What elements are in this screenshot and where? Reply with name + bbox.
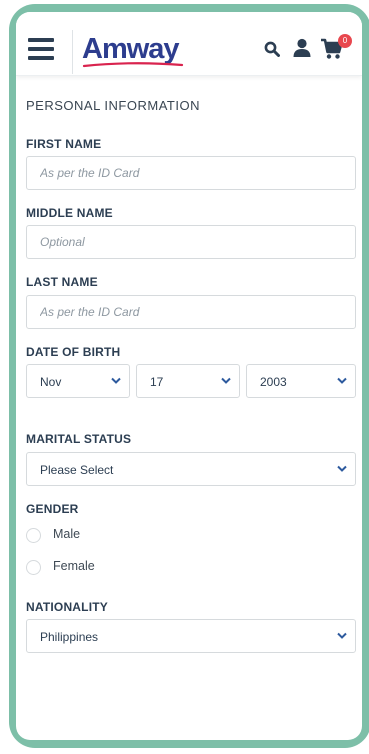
marital-status-select[interactable]: Please Select bbox=[26, 452, 356, 486]
nationality-value: Philippines bbox=[40, 630, 99, 644]
chevron-down-icon bbox=[337, 465, 347, 472]
logo-swoosh bbox=[82, 62, 184, 68]
marital-status-label: MARITAL STATUS bbox=[26, 432, 132, 446]
radio-button[interactable] bbox=[26, 560, 41, 575]
last-name-label: LAST NAME bbox=[26, 275, 98, 289]
first-name-field-box bbox=[26, 156, 356, 190]
search-icon[interactable] bbox=[264, 41, 280, 62]
dob-month-select[interactable]: Nov bbox=[26, 364, 130, 398]
section-title: PERSONAL INFORMATION bbox=[26, 98, 200, 113]
gender-option-female[interactable]: Female bbox=[26, 557, 146, 577]
middle-name-input[interactable] bbox=[27, 226, 355, 258]
app-screen: Amway 0 PERSONAL INFORMATION FIRST NAME … bbox=[16, 12, 362, 740]
gender-label: GENDER bbox=[26, 502, 79, 516]
first-name-input[interactable] bbox=[27, 157, 355, 189]
last-name-field-box bbox=[26, 295, 356, 329]
gender-option-label: Female bbox=[53, 559, 95, 573]
middle-name-field-box bbox=[26, 225, 356, 259]
dob-year-select[interactable]: 2003 bbox=[246, 364, 356, 398]
chevron-down-icon bbox=[337, 377, 347, 384]
chevron-down-icon bbox=[337, 632, 347, 639]
dob-day-select[interactable]: 17 bbox=[136, 364, 240, 398]
chevron-down-icon bbox=[221, 377, 231, 384]
app-header: Amway 0 bbox=[16, 12, 362, 76]
gender-option-label: Male bbox=[53, 527, 81, 541]
date-of-birth-label: DATE OF BIRTH bbox=[26, 345, 121, 359]
middle-name-label: MIDDLE NAME bbox=[26, 206, 113, 220]
user-icon[interactable] bbox=[292, 38, 312, 63]
gender-option-male[interactable]: Male bbox=[26, 525, 146, 545]
cart-count-badge: 0 bbox=[338, 34, 352, 48]
dob-year-value: 2003 bbox=[260, 375, 287, 389]
marital-status-value: Please Select bbox=[40, 463, 114, 477]
header-divider bbox=[72, 30, 73, 74]
chevron-down-icon bbox=[111, 377, 121, 384]
menu-icon[interactable] bbox=[28, 38, 54, 60]
dob-month-value: Nov bbox=[40, 375, 62, 389]
nationality-select[interactable]: Philippines bbox=[26, 619, 356, 653]
first-name-label: FIRST NAME bbox=[26, 137, 102, 151]
radio-button[interactable] bbox=[26, 528, 41, 543]
last-name-input[interactable] bbox=[27, 296, 355, 328]
nationality-label: NATIONALITY bbox=[26, 600, 108, 614]
amway-logo[interactable]: Amway bbox=[82, 34, 186, 72]
dob-day-value: 17 bbox=[150, 375, 164, 389]
